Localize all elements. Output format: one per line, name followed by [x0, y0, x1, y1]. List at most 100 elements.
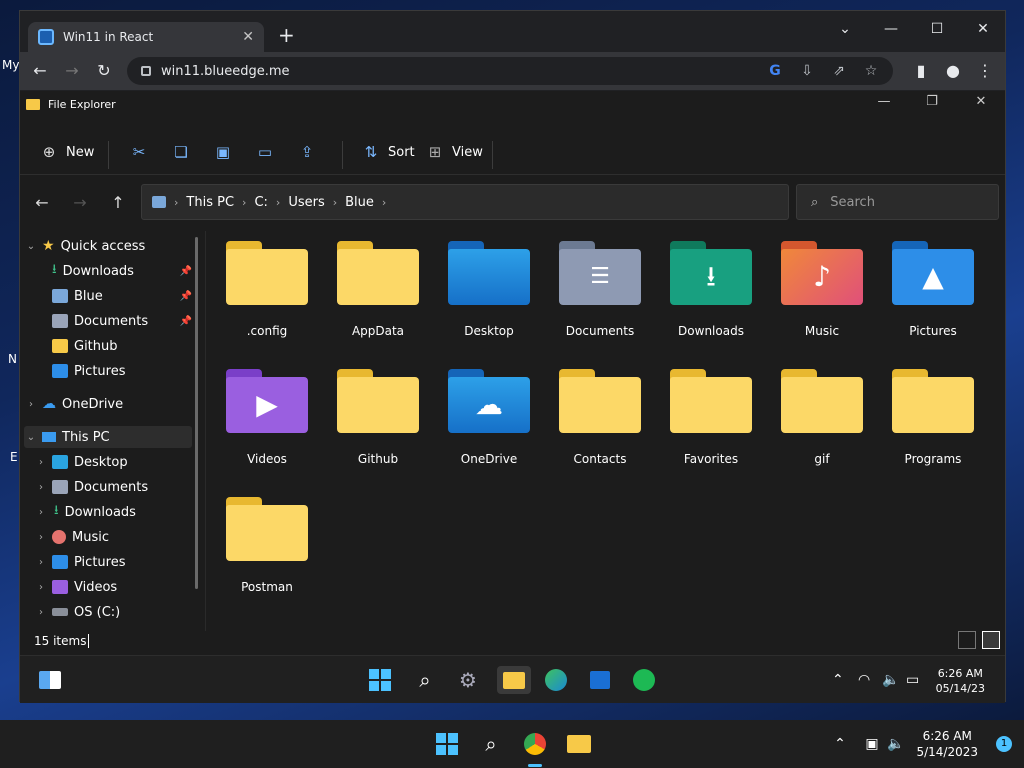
chevron-right-icon[interactable]: › [34, 507, 48, 518]
rename-button[interactable]: ▭ [256, 140, 282, 164]
reload-icon[interactable]: ↻ [93, 60, 115, 82]
view-button[interactable]: ⊞ View [426, 140, 483, 164]
file-explorer-icon[interactable] [565, 730, 593, 758]
sidebar-item-os-c[interactable]: › OS (C:) [34, 601, 190, 623]
folder-item[interactable]: Desktop [439, 231, 539, 347]
folder-item[interactable]: Favorites [661, 359, 761, 475]
chevron-right-icon[interactable]: › [24, 399, 38, 410]
side-panel-icon[interactable]: ▮ [910, 60, 932, 82]
install-app-icon[interactable]: ⇩ [797, 61, 817, 81]
volume-icon[interactable]: 🔈 [882, 672, 899, 688]
sidebar-item-pictures[interactable]: Pictures [52, 360, 192, 382]
explorer-restore-button[interactable]: ❐ [917, 94, 947, 109]
folder-item[interactable]: ☰ Documents [550, 231, 650, 347]
sidebar-item-onedrive[interactable]: › ☁ OneDrive [24, 393, 192, 415]
sidebar-scrollbar[interactable] [195, 237, 198, 589]
explorer-close-button[interactable]: ✕ [966, 94, 996, 109]
folder-item[interactable]: ⭳ Downloads [661, 231, 761, 347]
chevron-down-icon[interactable]: ⌄ [24, 432, 38, 443]
sidebar-item-downloads[interactable]: ⭳ Downloads 📌 [52, 260, 192, 282]
new-tab-button[interactable]: + [278, 25, 295, 45]
maximize-button[interactable]: ☐ [914, 17, 960, 41]
breadcrumb-c[interactable]: C: [254, 195, 267, 210]
search-icon[interactable]: ⌕ [411, 666, 439, 694]
start-icon[interactable] [366, 666, 394, 694]
file-explorer-icon[interactable] [497, 666, 531, 694]
chevron-right-icon[interactable]: › [34, 607, 48, 618]
copy-button[interactable]: ❏ [172, 140, 198, 164]
forward-icon[interactable]: → [68, 191, 92, 215]
breadcrumb[interactable]: › This PC › C: › Users › Blue › [141, 184, 789, 220]
outer-clock[interactable]: 6:26 AM 5/14/2023 [916, 728, 978, 760]
folder-item[interactable]: .config [217, 231, 317, 347]
wifi-icon[interactable]: ◠ [858, 672, 870, 688]
chevron-right-icon[interactable]: › [34, 457, 48, 468]
address-bar[interactable]: win11.blueedge.me G ⇩ ⇗ ☆ [127, 57, 893, 85]
up-icon[interactable]: ↑ [106, 191, 130, 215]
battery-icon[interactable]: ▭ [906, 672, 919, 688]
sidebar-item-quick-access[interactable]: ⌄ ★ Quick access [24, 235, 192, 257]
folder-item[interactable]: Programs [883, 359, 983, 475]
sort-button[interactable]: ⇅ Sort [362, 140, 415, 164]
share-button[interactable]: ⇪ [298, 140, 324, 164]
sidebar-item-pictures-pc[interactable]: › Pictures [34, 551, 190, 573]
settings-gear-icon[interactable]: ⚙ [454, 666, 482, 694]
folder-item[interactable]: Contacts [550, 359, 650, 475]
details-view-icon[interactable] [958, 631, 976, 649]
new-button[interactable]: ⊕ New [40, 140, 95, 164]
chrome-icon[interactable] [521, 730, 549, 758]
folder-item[interactable]: Postman [217, 487, 317, 603]
folder-item[interactable]: gif [772, 359, 872, 475]
chevron-right-icon[interactable]: › [34, 582, 48, 593]
search-icon[interactable]: ⌕ [477, 730, 505, 758]
paste-button[interactable]: ▣ [214, 140, 240, 164]
folder-item[interactable]: ▲ Pictures [883, 231, 983, 347]
cut-button[interactable]: ✂ [130, 140, 156, 164]
close-tab-icon[interactable]: ✕ [242, 29, 254, 45]
folder-item[interactable]: AppData [328, 231, 428, 347]
store-icon[interactable] [586, 666, 614, 694]
forward-icon[interactable]: → [61, 60, 83, 82]
search-input[interactable]: ⌕ Search [796, 184, 999, 220]
browser-tab[interactable]: Win11 in React ✕ [28, 22, 264, 52]
profile-icon[interactable]: ● [942, 60, 964, 82]
breadcrumb-this-pc[interactable]: This PC [186, 195, 234, 210]
folder-item[interactable]: ▶ Videos [217, 359, 317, 475]
sidebar-item-documents[interactable]: Documents 📌 [52, 310, 192, 332]
sidebar-item-downloads-pc[interactable]: › ⭳ Downloads [34, 501, 190, 523]
chevron-up-icon[interactable]: ⌃ [832, 672, 844, 688]
sidebar-item-this-pc[interactable]: ⌄ This PC [24, 426, 192, 448]
share-icon[interactable]: ⇗ [829, 61, 849, 81]
inner-clock[interactable]: 6:26 AM 05/14/23 [936, 666, 985, 696]
sidebar-item-github[interactable]: Github [52, 335, 192, 357]
explorer-minimize-button[interactable]: — [869, 94, 899, 109]
sidebar-item-blue[interactable]: Blue 📌 [52, 285, 192, 307]
sidebar-item-desktop[interactable]: › Desktop [34, 451, 190, 473]
breadcrumb-users[interactable]: Users [288, 195, 324, 210]
close-window-button[interactable]: ✕ [960, 17, 1006, 41]
sidebar-item-documents-pc[interactable]: › Documents [34, 476, 190, 498]
folder-item[interactable]: ☁ OneDrive [439, 359, 539, 475]
notification-badge[interactable]: 1 [996, 736, 1012, 752]
chevron-right-icon[interactable]: › [34, 532, 48, 543]
volume-icon[interactable]: 🔈 [882, 730, 910, 758]
chevron-down-icon[interactable]: ⌄ [24, 241, 38, 252]
back-icon[interactable]: ← [29, 60, 51, 82]
widgets-icon[interactable] [36, 666, 64, 694]
large-icons-view-icon[interactable] [982, 631, 1000, 649]
google-icon[interactable]: G [765, 61, 785, 81]
folder-item[interactable]: Github [328, 359, 428, 475]
minimize-button[interactable]: — [868, 17, 914, 41]
chevron-right-icon[interactable]: › [34, 557, 48, 568]
breadcrumb-blue[interactable]: Blue [345, 195, 374, 210]
chevron-up-icon[interactable]: ⌃ [826, 730, 854, 758]
sidebar-item-music[interactable]: › Music [34, 526, 190, 548]
tab-search-icon[interactable]: ⌄ [822, 17, 868, 41]
menu-kebab-icon[interactable]: ⋮ [974, 60, 996, 82]
bookmark-star-icon[interactable]: ☆ [861, 61, 881, 81]
edge-icon[interactable] [542, 666, 570, 694]
start-icon[interactable] [433, 730, 461, 758]
folder-item[interactable]: ♪ Music [772, 231, 872, 347]
back-icon[interactable]: ← [30, 191, 54, 215]
spotify-icon[interactable] [630, 666, 658, 694]
